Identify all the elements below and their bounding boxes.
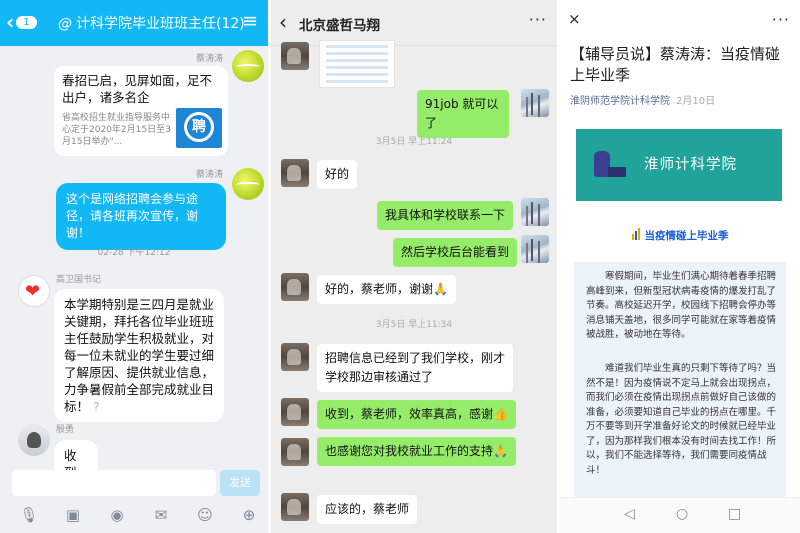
share-card-message[interactable]: 春招已启，见屏如面，足不出户，诸多名企 省高校招生就业指导服务中心定于2020年… bbox=[54, 66, 228, 156]
sender-name: 蔡涛涛 bbox=[196, 54, 224, 64]
avatar[interactable] bbox=[281, 42, 309, 70]
message-bubble[interactable]: 也感谢您对我校就业工作的支持🙏 bbox=[317, 437, 516, 466]
wechat-chat-panel: ‹ 北京盛哲马翔 ··· 91job 就可以了 3月5日 早上11:24 好的 … bbox=[271, 0, 557, 533]
qq-header: ‹ 1 @ 计科学院毕业班班主任(12) ≡ bbox=[0, 0, 268, 46]
nav-back-icon[interactable]: ◁ bbox=[624, 506, 635, 522]
unread-badge: 1 bbox=[16, 15, 37, 29]
back-button[interactable]: ‹ 1 bbox=[6, 11, 37, 33]
avatar[interactable] bbox=[18, 424, 50, 456]
message-bubble[interactable]: 本学期特别是三四月是就业关键期，拜托各位毕业班班主任鼓励学生积极就业，对每一位未… bbox=[54, 289, 224, 422]
more-icon[interactable]: ··· bbox=[772, 10, 790, 29]
article-source-link[interactable]: 淮阴师范学院计科学院 bbox=[570, 96, 670, 107]
sender-name: 蔡涛涛 bbox=[196, 170, 224, 180]
back-arrow-icon[interactable]: ‹ bbox=[279, 10, 287, 34]
avatar[interactable] bbox=[232, 168, 264, 200]
chat-title: @ 计科学院毕业班班主任(12) bbox=[58, 13, 245, 33]
timestamp: 02-28 下午12:12 bbox=[97, 248, 171, 258]
article-panel: × ··· 【辅导员说】蔡涛涛：当疫情碰上毕业季 淮阴师范学院计科学院 2月10日… bbox=[560, 0, 800, 533]
article-paragraph: 难道我们毕业生真的只剩下等待了吗？当然不是！因为疫情说不定马上就会出现拐点，而我… bbox=[586, 363, 777, 476]
close-icon[interactable]: × bbox=[568, 10, 581, 28]
avatar[interactable] bbox=[281, 398, 309, 426]
message-text: 本学期特别是三四月是就业关键期，拜托各位毕业班班主任鼓励学生积极就业，对每一位未… bbox=[64, 297, 215, 414]
shared-image-thumbnail[interactable] bbox=[319, 40, 395, 88]
message-bubble[interactable]: 好的 bbox=[317, 160, 358, 189]
avatar[interactable]: ❤ bbox=[18, 275, 50, 307]
sender-name: 殷勇 bbox=[56, 425, 75, 435]
article-banner: 淮师计科学院 bbox=[576, 129, 782, 201]
message-bubble[interactable]: 招聘信息已经到了我们学校，刚才学校那边审核通过了 bbox=[317, 344, 513, 392]
message-bubble[interactable]: 91job 就可以了 bbox=[417, 90, 509, 138]
timestamp: 3月5日 早上11:24 bbox=[375, 137, 453, 147]
message-bubble[interactable]: 好的，蔡老师，谢谢🙏 bbox=[317, 275, 456, 304]
avatar[interactable] bbox=[521, 235, 549, 263]
camera-icon[interactable]: ◉ bbox=[106, 504, 128, 526]
bar-chart-icon bbox=[631, 228, 641, 243]
avatar[interactable] bbox=[281, 493, 309, 521]
nav-home-icon[interactable]: ○ bbox=[676, 506, 688, 522]
card-title: 春招已启，见屏如面，足不出户，诸多名企 bbox=[62, 73, 213, 105]
timestamp: 3月5日 早上11:34 bbox=[375, 320, 453, 330]
logo-text: 聘 bbox=[184, 112, 214, 142]
sender-name: 高卫国书记 bbox=[56, 275, 102, 285]
avatar[interactable] bbox=[232, 50, 264, 82]
card-description: 省高校招生就业指导服务中心定于2020年2月15日至3月15日举办"... bbox=[62, 113, 171, 147]
article-meta: 淮阴师范学院计科学院 2月10日 bbox=[570, 92, 715, 107]
avatar[interactable] bbox=[521, 89, 549, 117]
article-title: 【辅导员说】蔡涛涛：当疫情碰上毕业季 bbox=[570, 45, 781, 84]
system-nav-bar: ◁ ○ □ bbox=[560, 497, 800, 533]
message-bubble[interactable]: 然后学校后台能看到 bbox=[393, 238, 518, 267]
plus-icon[interactable]: ⊕ bbox=[238, 504, 260, 526]
mention-icon: @ bbox=[58, 16, 72, 32]
heart-icon: ❤ bbox=[25, 281, 41, 302]
nav-recents-icon[interactable]: □ bbox=[728, 506, 741, 522]
subtitle-text: 当疫情碰上毕业季 bbox=[644, 230, 729, 242]
article-paragraph: 寒假期间，毕业生们满心期待着春季招聘高峰到来，但新型冠状病毒疫情的爆发打乱了节奏… bbox=[586, 271, 777, 340]
message-bubble[interactable]: 应该的，蔡老师 bbox=[317, 495, 418, 524]
microphone-icon[interactable]: 🎙 bbox=[18, 504, 40, 526]
message-tail-mark: ? bbox=[93, 399, 100, 414]
message-bubble[interactable]: 收到，蔡老师，效率真高，感谢👍 bbox=[317, 400, 516, 429]
group-name: 计科学院毕业班班主任(12) bbox=[76, 16, 245, 32]
message-bubble[interactable]: 我具体和学校联系一下 bbox=[377, 201, 514, 230]
message-bubble[interactable]: 这个是网络招聘会参与途径，请各班再次宣传，谢谢！ bbox=[56, 183, 226, 250]
avatar[interactable] bbox=[281, 273, 309, 301]
article-date: 2月10日 bbox=[676, 96, 716, 107]
article-subtitle: 当疫情碰上毕业季 bbox=[560, 228, 800, 243]
laptop-icon bbox=[608, 167, 626, 177]
redpacket-icon[interactable]: ✉ bbox=[150, 504, 172, 526]
avatar[interactable] bbox=[281, 438, 309, 466]
avatar[interactable] bbox=[281, 159, 309, 187]
article-body-box: 寒假期间，毕业生们满心期待着春季招聘高峰到来，但新型冠状病毒疫情的爆发打乱了节奏… bbox=[574, 262, 786, 498]
recruitment-logo-icon: 聘 bbox=[176, 108, 222, 148]
menu-icon[interactable]: ≡ bbox=[242, 10, 258, 32]
avatar[interactable] bbox=[521, 198, 549, 226]
avatar[interactable] bbox=[281, 343, 309, 371]
message-input[interactable] bbox=[12, 470, 216, 496]
image-icon[interactable]: ▣ bbox=[62, 504, 84, 526]
chat-toolbar: 🎙 ▣ ◉ ✉ ☺ ⊕ bbox=[0, 500, 268, 533]
chevron-left-icon: ‹ bbox=[6, 10, 15, 34]
more-icon[interactable]: ··· bbox=[529, 10, 547, 29]
qq-group-chat-panel: ‹ 1 @ 计科学院毕业班班主任(12) ≡ 蔡涛涛 春招已启，见屏如面，足不出户… bbox=[0, 0, 268, 533]
chat-title: 北京盛哲马翔 bbox=[299, 18, 380, 34]
wechat-header: ‹ 北京盛哲马翔 ··· bbox=[271, 0, 557, 46]
banner-name: 淮师计科学院 bbox=[644, 157, 737, 173]
send-button[interactable]: 发送 bbox=[220, 470, 260, 496]
emoji-icon[interactable]: ☺ bbox=[194, 504, 216, 526]
